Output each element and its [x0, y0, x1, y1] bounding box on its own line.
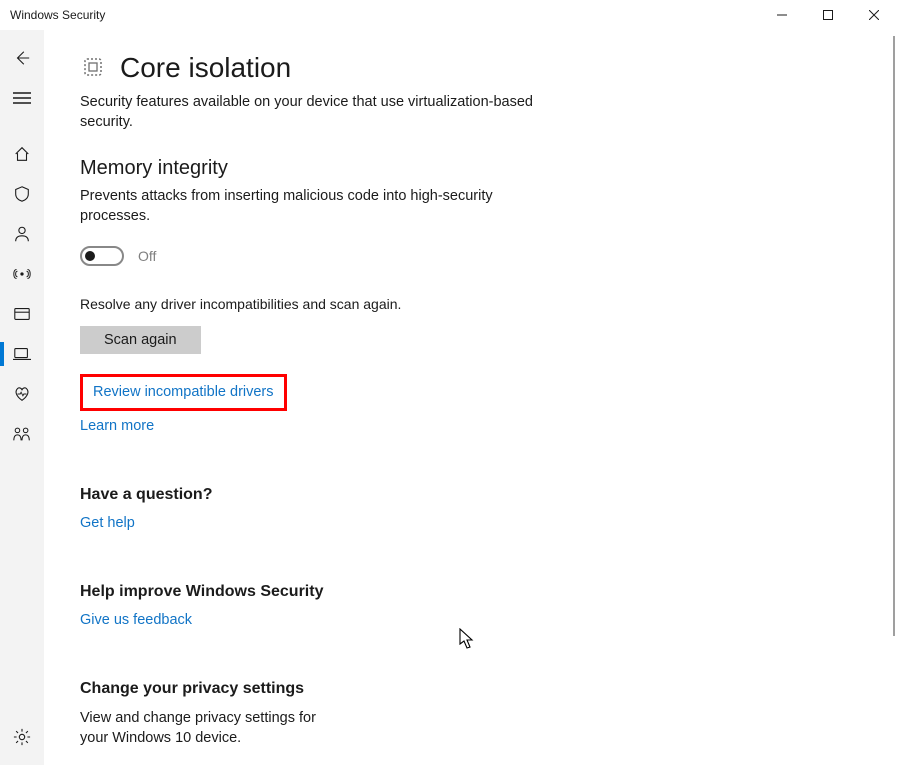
privacy-header: Change your privacy settings	[80, 680, 544, 698]
shield-icon	[13, 185, 31, 203]
help-improve-header: Help improve Windows Security	[80, 583, 544, 601]
content-scroll: Core isolation Security features availab…	[44, 30, 544, 765]
titlebar: Windows Security	[0, 0, 897, 30]
learn-more-link[interactable]: Learn more	[80, 418, 154, 434]
memory-integrity-title: Memory integrity	[80, 157, 544, 180]
nav-item-account-protection[interactable]	[0, 214, 44, 254]
nav-item-firewall[interactable]	[0, 254, 44, 294]
memory-integrity-toggle-row: Off	[80, 246, 544, 266]
nav-item-home[interactable]	[0, 134, 44, 174]
page-description: Security features available on your devi…	[80, 92, 544, 133]
nav-rail	[0, 30, 44, 765]
nav-item-settings[interactable]	[0, 717, 44, 757]
get-help-link[interactable]: Get help	[80, 515, 135, 531]
minimize-button[interactable]	[759, 0, 805, 30]
maximize-button[interactable]	[805, 0, 851, 30]
scrollbar[interactable]	[893, 36, 895, 636]
app-control-icon	[13, 305, 31, 323]
chip-icon	[80, 54, 106, 83]
app-body: Core isolation Security features availab…	[0, 30, 897, 765]
minimize-icon	[777, 10, 787, 20]
nav-item-virus-protection[interactable]	[0, 174, 44, 214]
nav-item-device-performance[interactable]	[0, 374, 44, 414]
review-incompatible-drivers-link[interactable]: Review incompatible drivers	[93, 384, 274, 400]
gear-icon	[13, 728, 31, 746]
highlight-box: Review incompatible drivers	[80, 374, 287, 411]
hamburger-icon	[13, 91, 31, 105]
scan-again-button[interactable]: Scan again	[80, 326, 201, 354]
nav-item-app-browser-control[interactable]	[0, 294, 44, 334]
give-us-feedback-link[interactable]: Give us feedback	[80, 612, 192, 628]
have-a-question-header: Have a question?	[80, 486, 544, 504]
resolve-instruction: Resolve any driver incompatibilities and…	[80, 296, 544, 312]
heart-health-icon	[13, 385, 31, 403]
memory-integrity-description: Prevents attacks from inserting maliciou…	[80, 186, 544, 227]
toggle-state-label: Off	[138, 248, 156, 264]
device-security-icon	[13, 345, 31, 363]
window-title: Windows Security	[10, 8, 105, 22]
network-icon	[12, 265, 32, 283]
content-area: Core isolation Security features availab…	[44, 30, 897, 765]
person-icon	[13, 225, 31, 243]
page-title-row: Core isolation	[80, 52, 544, 84]
home-icon	[13, 145, 31, 163]
privacy-text: View and change privacy settings for you…	[80, 708, 320, 749]
menu-button[interactable]	[0, 78, 44, 118]
back-button[interactable]	[0, 38, 44, 78]
back-arrow-icon	[13, 49, 31, 67]
toggle-knob	[85, 251, 95, 261]
nav-item-device-security[interactable]	[0, 334, 44, 374]
memory-integrity-toggle[interactable]	[80, 246, 124, 266]
maximize-icon	[823, 10, 833, 20]
close-button[interactable]	[851, 0, 897, 30]
close-icon	[869, 10, 879, 20]
nav-item-family-options[interactable]	[0, 414, 44, 454]
family-icon	[12, 425, 32, 443]
page-title: Core isolation	[120, 52, 291, 84]
